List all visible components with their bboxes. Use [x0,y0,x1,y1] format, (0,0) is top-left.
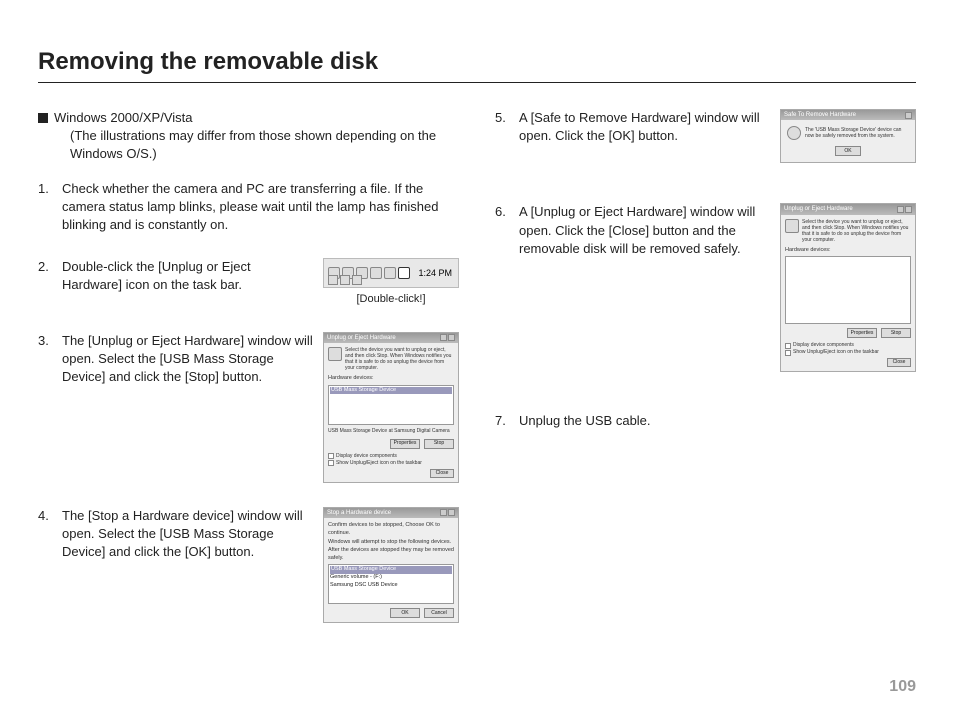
device-list: USB Mass Storage Device Generic volume -… [328,564,454,604]
close-button: Close [887,358,911,367]
dialog-title-text: Safe To Remove Hardware [784,111,856,119]
unplug-eject-dialog: Unplug or Eject Hardware Select the devi… [323,332,459,483]
safe-remove-dialog: Safe To Remove Hardware The 'USB Mass St… [780,109,916,163]
step-text: Check whether the camera and PC are tran… [62,180,459,235]
dialog6-figure: Unplug or Eject Hardware Select the devi… [780,203,916,372]
stop-hardware-dialog: Stop a Hardware device Confirm devices t… [323,507,459,624]
step-3: 3. The [Unplug or Eject Hardware] window… [38,332,459,483]
info-icon [328,347,342,361]
help-icon [897,206,904,213]
page-title: Removing the removable disk [38,48,916,83]
cancel-button: Cancel [424,608,454,618]
right-column: 5. A [Safe to Remove Hardware] window wi… [495,109,916,647]
dialog-titlebar: Unplug or Eject Hardware [324,333,458,343]
taskbar-figure: 1:24 PM [Double-click!] [323,258,459,307]
page-number: 109 [889,678,916,696]
close-icon [905,112,912,119]
step-text: A [Safe to Remove Hardware] window will … [519,109,770,163]
checkbox-label: Show Unplug/Eject icon on the taskbar [336,460,422,467]
device-list-item: USB Mass Storage Device [330,387,452,395]
step-text: The [Stop a Hardware device] window will… [62,507,313,624]
checkbox-label: Display device components [793,342,854,349]
dialog-info-text-2: Windows will attempt to stop the followi… [328,539,454,562]
step-text: Double-click the [Unplug or Eject Hardwa… [62,258,313,307]
device-description: USB Mass Storage Device at Samsung Digit… [328,428,454,435]
dialog3-figure: Unplug or Eject Hardware Select the devi… [323,332,459,483]
step-text: Unplug the USB cable. [519,412,916,430]
dialog-titlebar: Stop a Hardware device [324,508,458,518]
step-text: The [Unplug or Eject Hardware] window wi… [62,332,313,483]
step-4: 4. The [Stop a Hardware device] window w… [38,507,459,624]
hardware-devices-label: Hardware devices: [328,375,454,383]
tray-icon [370,267,382,279]
hardware-devices-label: Hardware devices: [785,247,911,255]
step-2: 2. Double-click the [Unplug or Eject Har… [38,258,459,307]
intro-heading: Windows 2000/XP/Vista [54,110,193,125]
unplug-eject-icon [398,267,410,279]
dialog-info-text: Select the device you want to unplug or … [802,219,911,243]
checkbox-label: Show Unplug/Eject icon on the taskbar [793,349,879,356]
ok-button: OK [390,608,420,618]
step-text: A [Unplug or Eject Hardware] window will… [519,203,770,372]
properties-button: Properties [847,328,877,338]
help-icon [440,509,447,516]
tray-icon [384,267,396,279]
tray-icon [340,275,350,285]
close-icon [448,334,455,341]
taskbar-screenshot: 1:24 PM [323,258,459,288]
device-list-item: Samsung DSC USB Device [330,582,452,590]
info-icon [787,126,801,140]
dialog-titlebar: Unplug or Eject Hardware [781,204,915,214]
dialog-info-text: Select the device you want to unplug or … [345,347,454,371]
checkbox-icon [785,350,791,356]
step-number: 4. [38,507,52,624]
step-number: 2. [38,258,52,307]
step-6: 6. A [Unplug or Eject Hardware] window w… [495,203,916,372]
dialog-title-text: Stop a Hardware device [327,509,391,517]
stop-button: Stop [424,439,454,449]
step-7: 7. Unplug the USB cable. [495,412,916,430]
left-column: Windows 2000/XP/Vista (The illustrations… [38,109,459,647]
double-click-caption: [Double-click!] [323,292,459,307]
square-bullet-icon [38,113,48,123]
close-icon [448,509,455,516]
intro-block: Windows 2000/XP/Vista (The illustrations… [38,109,459,164]
info-icon [785,219,799,233]
ok-button: OK [835,146,861,156]
checkbox-icon [328,460,334,466]
dialog5-figure: Safe To Remove Hardware The 'USB Mass St… [780,109,916,163]
checkbox-icon [328,453,334,459]
device-list: USB Mass Storage Device [328,385,454,425]
device-list-item: USB Mass Storage Device [330,566,452,574]
step-5: 5. A [Safe to Remove Hardware] window wi… [495,109,916,163]
help-icon [440,334,447,341]
dialog-message: The 'USB Mass Storage Device' device can… [805,127,909,139]
step-number: 1. [38,180,52,235]
checkbox-label: Display device components [336,453,397,460]
device-list-item: Generic volume - (F:) [330,574,452,582]
dialog4-figure: Stop a Hardware device Confirm devices t… [323,507,459,624]
dialog-info-text: Confirm devices to be stopped, Choose OK… [328,522,454,537]
content-columns: Windows 2000/XP/Vista (The illustrations… [38,109,916,647]
step-number: 6. [495,203,509,372]
step-number: 7. [495,412,509,430]
step-number: 3. [38,332,52,483]
intro-note: (The illustrations may differ from those… [70,127,459,163]
tray-icon [328,275,338,285]
tray-icon [352,275,362,285]
device-list-empty [785,256,911,324]
step-1: 1. Check whether the camera and PC are t… [38,180,459,235]
dialog-title-text: Unplug or Eject Hardware [784,205,853,213]
close-button: Close [430,469,454,478]
step-number: 5. [495,109,509,163]
taskbar-clock: 1:24 PM [412,267,458,280]
stop-button: Stop [881,328,911,338]
properties-button: Properties [390,439,420,449]
checkbox-icon [785,343,791,349]
unplug-eject-dialog-empty: Unplug or Eject Hardware Select the devi… [780,203,916,372]
dialog-title-text: Unplug or Eject Hardware [327,334,396,342]
dialog-titlebar: Safe To Remove Hardware [781,110,915,120]
close-icon [905,206,912,213]
